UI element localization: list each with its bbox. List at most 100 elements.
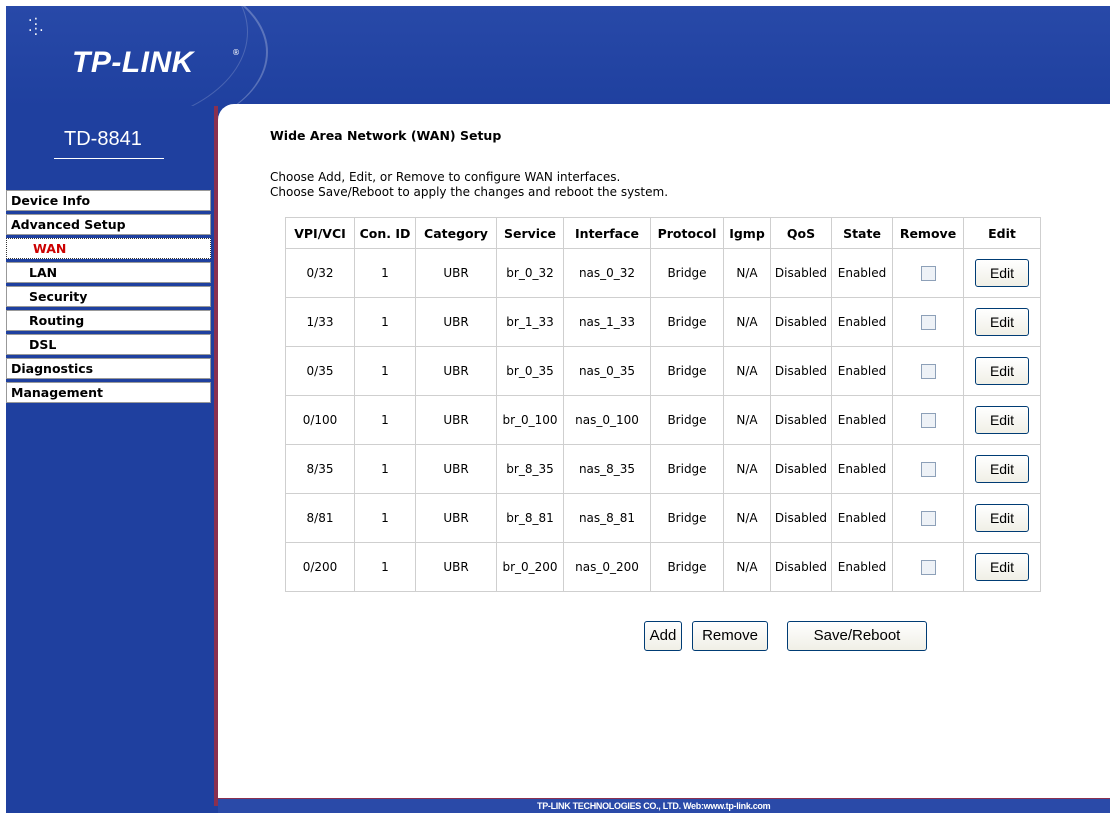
cell-protocol: Bridge bbox=[650, 248, 724, 298]
column-header-edit: Edit bbox=[963, 217, 1041, 249]
cell-igmp: N/A bbox=[723, 493, 771, 543]
edit-button[interactable]: Edit bbox=[975, 455, 1029, 483]
remove-checkbox[interactable] bbox=[920, 265, 936, 281]
footer-copyright: TP-LINK TECHNOLOGIES CO., LTD. Web:www.t… bbox=[537, 801, 771, 811]
remove-checkbox[interactable] bbox=[920, 412, 936, 428]
cell-igmp: N/A bbox=[723, 297, 771, 347]
cell-service: br_8_81 bbox=[496, 493, 564, 543]
cell-vpi-vci: 0/100 bbox=[285, 395, 355, 445]
cell-con-id: 1 bbox=[354, 493, 416, 543]
cell-service: br_0_32 bbox=[496, 248, 564, 298]
column-header-state: State bbox=[831, 217, 893, 249]
cell-remove bbox=[892, 346, 964, 396]
cell-state: Enabled bbox=[831, 444, 893, 494]
cell-qos: Disabled bbox=[770, 395, 832, 445]
table-row: 0/35 1 UBR br_0_35 nas_0_35 Bridge N/A Disabled… bbox=[285, 346, 1041, 396]
save-reboot-button[interactable]: Save/Reboot bbox=[787, 621, 927, 651]
router-frame: ·: ·:· TP-LINK ® TD-8841 Device Info Advan… bbox=[6, 6, 1110, 813]
table-row: 8/81 1 UBR br_8_81 nas_8_81 Bridge N/A Disabled… bbox=[285, 493, 1041, 543]
edit-button[interactable]: Edit bbox=[975, 504, 1029, 532]
cell-remove bbox=[892, 395, 964, 445]
cell-service: br_0_100 bbox=[496, 395, 564, 445]
cell-con-id: 1 bbox=[354, 444, 416, 494]
header-banner: ·: ·:· TP-LINK ® bbox=[6, 6, 1110, 138]
cell-protocol: Bridge bbox=[650, 346, 724, 396]
cell-state: Enabled bbox=[831, 297, 893, 347]
cell-vpi-vci: 8/81 bbox=[285, 493, 355, 543]
remove-checkbox[interactable] bbox=[920, 461, 936, 477]
cell-vpi-vci: 0/200 bbox=[285, 542, 355, 592]
cell-con-id: 1 bbox=[354, 248, 416, 298]
remove-button[interactable]: Remove bbox=[692, 621, 768, 651]
cell-interface: nas_8_81 bbox=[563, 493, 651, 543]
cell-qos: Disabled bbox=[770, 248, 832, 298]
model-name: TD-8841 bbox=[64, 128, 142, 150]
cell-con-id: 1 bbox=[354, 346, 416, 396]
cell-edit: Edit bbox=[963, 493, 1041, 543]
sidebar-item-device-info[interactable]: Device Info bbox=[6, 190, 211, 211]
sidebar-item-diagnostics[interactable]: Diagnostics bbox=[6, 358, 211, 379]
model-underline bbox=[54, 158, 164, 159]
cell-interface: nas_8_35 bbox=[563, 444, 651, 494]
cell-qos: Disabled bbox=[770, 444, 832, 494]
table-row: 0/32 1 UBR br_0_32 nas_0_32 Bridge N/A Disabled… bbox=[285, 248, 1041, 298]
logo-dots-icon: ·: ·:· bbox=[28, 13, 45, 39]
cell-category: UBR bbox=[415, 346, 497, 396]
cell-edit: Edit bbox=[963, 542, 1041, 592]
sidebar-item-dsl[interactable]: DSL bbox=[6, 334, 211, 355]
cell-service: br_0_35 bbox=[496, 346, 564, 396]
cell-protocol: Bridge bbox=[650, 395, 724, 445]
page-description-line1: Choose Add, Edit, or Remove to configure… bbox=[270, 170, 621, 184]
sidebar-item-lan[interactable]: LAN bbox=[6, 262, 211, 283]
cell-igmp: N/A bbox=[723, 248, 771, 298]
remove-checkbox[interactable] bbox=[920, 510, 936, 526]
sidebar-item-wan[interactable]: WAN bbox=[6, 238, 211, 259]
table-row: 8/35 1 UBR br_8_35 nas_8_35 Bridge N/A Disabled… bbox=[285, 444, 1041, 494]
cell-category: UBR bbox=[415, 542, 497, 592]
cell-service: br_1_33 bbox=[496, 297, 564, 347]
cell-edit: Edit bbox=[963, 248, 1041, 298]
cell-protocol: Bridge bbox=[650, 542, 724, 592]
cell-igmp: N/A bbox=[723, 542, 771, 592]
edit-button[interactable]: Edit bbox=[975, 259, 1029, 287]
remove-checkbox[interactable] bbox=[920, 363, 936, 379]
cell-igmp: N/A bbox=[723, 444, 771, 494]
edit-button[interactable]: Edit bbox=[975, 357, 1029, 385]
cell-category: UBR bbox=[415, 444, 497, 494]
cell-qos: Disabled bbox=[770, 297, 832, 347]
cell-state: Enabled bbox=[831, 248, 893, 298]
edit-button[interactable]: Edit bbox=[975, 308, 1029, 336]
cell-qos: Disabled bbox=[770, 542, 832, 592]
sidebar-item-routing[interactable]: Routing bbox=[6, 310, 211, 331]
table-row: 0/200 1 UBR br_0_200 nas_0_200 Bridge N/A Disab… bbox=[285, 542, 1041, 592]
sidebar-item-security[interactable]: Security bbox=[6, 286, 211, 307]
column-header-con-id: Con. ID bbox=[354, 217, 416, 249]
page-title: Wide Area Network (WAN) Setup bbox=[270, 128, 502, 143]
cell-state: Enabled bbox=[831, 542, 893, 592]
cell-edit: Edit bbox=[963, 346, 1041, 396]
cell-edit: Edit bbox=[963, 444, 1041, 494]
page-description-line2: Choose Save/Reboot to apply the changes … bbox=[270, 185, 669, 199]
column-header-qos: QoS bbox=[770, 217, 832, 249]
edit-button[interactable]: Edit bbox=[975, 406, 1029, 434]
cell-vpi-vci: 1/33 bbox=[285, 297, 355, 347]
cell-qos: Disabled bbox=[770, 493, 832, 543]
table-row: 0/100 1 UBR br_0_100 nas_0_100 Bridge N/A Disab… bbox=[285, 395, 1041, 445]
column-header-remove: Remove bbox=[892, 217, 964, 249]
add-button[interactable]: Add bbox=[644, 621, 682, 651]
remove-checkbox[interactable] bbox=[920, 314, 936, 330]
cell-interface: nas_0_32 bbox=[563, 248, 651, 298]
footer-bar: TP-LINK TECHNOLOGIES CO., LTD. Web:www.t… bbox=[218, 798, 1110, 813]
table-row: 1/33 1 UBR br_1_33 nas_1_33 Bridge N/A Disabled… bbox=[285, 297, 1041, 347]
cell-category: UBR bbox=[415, 395, 497, 445]
cell-remove bbox=[892, 542, 964, 592]
remove-checkbox[interactable] bbox=[920, 559, 936, 575]
edit-button[interactable]: Edit bbox=[975, 553, 1029, 581]
wan-interfaces-table: VPI/VCI Con. ID Category Service Interface Pr… bbox=[285, 217, 1041, 592]
cell-con-id: 1 bbox=[354, 297, 416, 347]
sidebar-item-management[interactable]: Management bbox=[6, 382, 211, 403]
cell-interface: nas_0_35 bbox=[563, 346, 651, 396]
sidebar-item-advanced-setup[interactable]: Advanced Setup bbox=[6, 214, 211, 235]
cell-category: UBR bbox=[415, 248, 497, 298]
cell-vpi-vci: 0/35 bbox=[285, 346, 355, 396]
